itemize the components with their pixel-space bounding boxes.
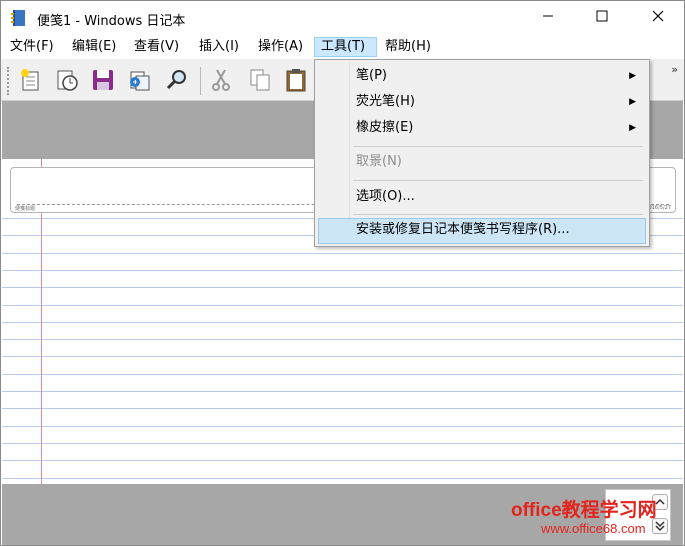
menu-actions[interactable]: 操作(A) [252, 37, 309, 57]
menu-separator [353, 214, 643, 215]
new-note-button[interactable] [16, 65, 46, 95]
menu-item-label: 取景(N) [356, 154, 402, 169]
minimize-button[interactable] [525, 1, 571, 31]
menu-tools[interactable]: 工具(T) [314, 37, 377, 57]
menu-item-label: 笔(P) [356, 68, 387, 83]
ruled-line [2, 374, 683, 375]
ruled-line [2, 478, 683, 479]
toolbar-grip[interactable] [7, 67, 12, 95]
watermark-title: office教程学习网 [511, 500, 657, 521]
ruled-line [2, 443, 683, 444]
ruled-line [2, 305, 683, 306]
ruled-line [2, 287, 683, 288]
watermark-url: www.office68.com [541, 521, 646, 536]
ruled-line [2, 426, 683, 427]
copy-icon [250, 69, 270, 91]
menu-view[interactable]: 查看(V) [128, 37, 185, 57]
submenu-arrow-icon: ▶ [629, 97, 636, 107]
close-icon [652, 10, 664, 22]
ruled-line [2, 391, 683, 392]
save-button[interactable] [88, 65, 118, 95]
find-icon [166, 70, 186, 90]
ruled-line [2, 339, 683, 340]
tools-menu-dropdown: 笔(P) ▶ 荧光笔(H) ▶ 橡皮擦(E) ▶ 取景(N) 选项(O)... … [314, 59, 650, 247]
import-button[interactable] [125, 65, 155, 95]
journal-window: 便笺1 - Windows 日记本 文件(F) 编辑(E) 查看(V) 插入(I… [0, 0, 685, 546]
menu-file[interactable]: 文件(F) [4, 37, 60, 57]
toolbar-separator [200, 67, 201, 95]
open-history-icon [57, 70, 78, 91]
menu-insert[interactable]: 插入(I) [193, 37, 245, 57]
import-icon [130, 71, 150, 91]
menu-help[interactable]: 帮助(H) [379, 37, 437, 57]
close-button[interactable] [635, 1, 681, 31]
menu-item-options[interactable]: 选项(O)... [318, 185, 646, 209]
ruled-line [2, 408, 683, 409]
menu-bar: 文件(F) 编辑(E) 查看(V) 插入(I) 操作(A) 工具(T) 帮助(H… [1, 35, 684, 59]
note-title-placeholder: 便笺标题 [15, 206, 36, 212]
menu-item-highlighter[interactable]: 荧光笔(H) ▶ [318, 90, 646, 114]
menu-item-install-repair[interactable]: 安装或修复日记本便笺书写程序(R)... [318, 218, 646, 244]
maximize-button[interactable] [579, 1, 625, 31]
submenu-arrow-icon: ▶ [629, 123, 636, 133]
new-note-icon [21, 69, 39, 91]
ruled-line [2, 356, 683, 357]
title-bar: 便笺1 - Windows 日记本 [1, 1, 684, 35]
ruled-line [2, 270, 683, 271]
copy-button[interactable] [245, 65, 275, 95]
history-button[interactable] [52, 65, 82, 95]
menu-separator [353, 180, 643, 181]
menu-edit[interactable]: 编辑(E) [66, 37, 122, 57]
find-button[interactable] [162, 65, 192, 95]
ruled-line [2, 253, 683, 254]
menu-separator [353, 146, 643, 147]
ruled-line [2, 322, 683, 323]
menu-item-label: 橡皮擦(E) [356, 120, 414, 135]
cut-button[interactable] [206, 65, 236, 95]
paste-button[interactable] [281, 65, 311, 95]
minimize-icon [543, 15, 553, 17]
ruled-line [2, 460, 683, 461]
submenu-arrow-icon: ▶ [629, 71, 636, 81]
menu-item-framing: 取景(N) [318, 150, 646, 174]
window-title: 便笺1 - Windows 日记本 [37, 14, 186, 29]
menu-item-eraser[interactable]: 橡皮擦(E) ▶ [318, 116, 646, 140]
menu-item-label: 荧光笔(H) [356, 94, 415, 109]
menu-item-label: 安装或修复日记本便笺书写程序(R)... [356, 222, 570, 237]
maximize-icon [596, 10, 608, 22]
paste-icon [286, 69, 306, 92]
menu-item-label: 选项(O)... [356, 189, 415, 204]
cut-icon [212, 69, 230, 91]
journal-app-icon [11, 10, 25, 26]
menu-item-pen[interactable]: 笔(P) ▶ [318, 64, 646, 88]
toolbar-overflow-button[interactable]: » [671, 63, 678, 76]
save-icon [93, 70, 113, 90]
